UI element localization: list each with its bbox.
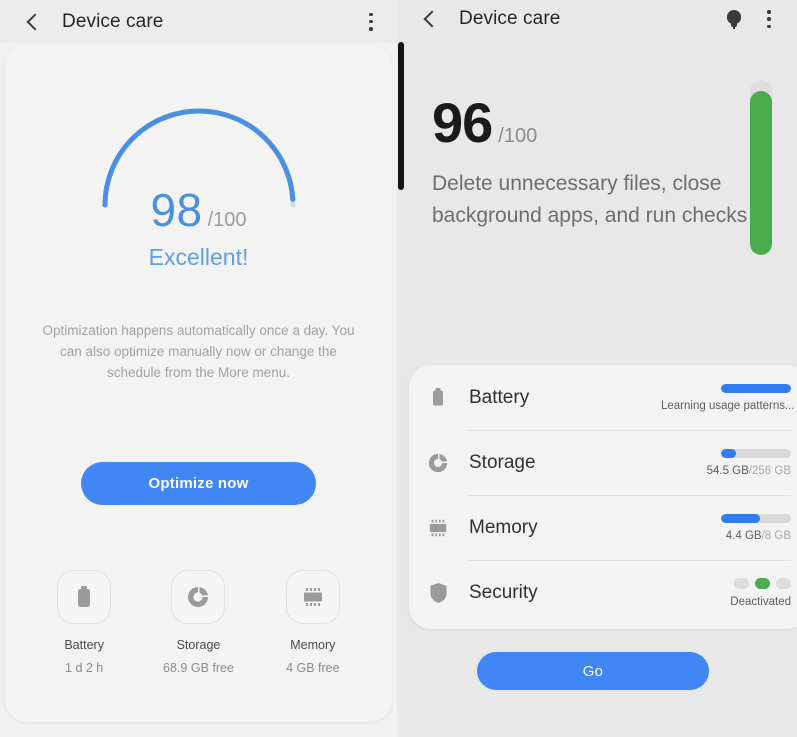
quick-item-label: Memory	[290, 638, 336, 652]
left-screen: Device care 98/100 Excellent! Optimizati…	[0, 0, 397, 737]
overall-status-bar-fill	[750, 90, 772, 255]
meter-track	[721, 383, 791, 393]
screenshot-root: Device care 98/100 Excellent! Optimizati…	[0, 0, 797, 737]
shield-icon	[425, 582, 451, 604]
quick-item-memory[interactable]: Memory 4 GB free	[263, 570, 363, 675]
quick-item-battery[interactable]: Battery 1 d 2 h	[34, 570, 134, 675]
list-item-meter: 54.5 GB/256 GB	[661, 448, 797, 477]
device-score: 96/100	[432, 95, 537, 151]
gauge-score-text: 98/100	[5, 187, 392, 233]
status-total: /8 GB	[761, 529, 791, 542]
storage-pie-icon	[425, 452, 451, 474]
overall-status-bar	[750, 80, 772, 255]
device-score-description: Delete unnecessary files, close backgrou…	[432, 172, 748, 227]
quick-item-label: Storage	[176, 638, 221, 652]
list-item-status: Deactivated	[661, 596, 791, 608]
list-item-storage[interactable]: Storage 54.5 GB/256 GB	[409, 430, 797, 495]
quick-item-label: Battery	[64, 638, 104, 652]
left-content-card: 98/100 Excellent! Optimization happens a…	[5, 45, 392, 722]
security-dot-3	[776, 577, 791, 589]
list-item-meter: 4.4 GB/8 GB	[661, 513, 797, 542]
score-gauge: 98/100 Excellent!	[5, 101, 392, 270]
security-dot-1	[734, 577, 749, 589]
status-used: 4.4 GB	[725, 529, 762, 542]
list-item-label: Storage	[469, 451, 536, 473]
list-item-security[interactable]: Security Deactivated	[409, 560, 797, 625]
list-item-status: 4.4 GB/8 GB	[661, 530, 791, 542]
list-item-meter: Learning usage patterns...	[661, 383, 797, 412]
gauge-score-denominator: /100	[207, 209, 247, 231]
memory-chip-icon	[285, 570, 340, 624]
security-status-dots	[661, 577, 791, 589]
list-item-battery[interactable]: Battery Learning usage patterns...	[409, 365, 797, 430]
meter-fill	[721, 383, 791, 393]
storage-pie-icon	[171, 570, 226, 624]
list-item-label: Battery	[469, 386, 530, 408]
right-app-bar: Device care	[397, 0, 797, 38]
more-options-icon[interactable]	[759, 8, 779, 30]
page-title: Device care	[459, 8, 561, 29]
left-app-bar: Device care	[0, 0, 397, 43]
meter-fill	[721, 513, 760, 523]
quick-item-value: 68.9 GB free	[163, 661, 234, 675]
battery-icon	[57, 570, 112, 624]
list-item-status: 54.5 GB/256 GB	[661, 465, 791, 477]
optimize-now-button[interactable]: Optimize now	[81, 462, 316, 505]
quick-item-storage[interactable]: Storage 68.9 GB free	[148, 570, 248, 675]
gauge-status-label: Excellent!	[148, 244, 249, 270]
status-used: Deactivated	[730, 595, 791, 608]
list-item-meter: Deactivated	[661, 577, 797, 608]
list-item-status: Learning usage patterns...	[661, 400, 795, 412]
memory-chip-icon	[425, 518, 451, 538]
list-item-label: Security	[469, 581, 538, 603]
meter-track	[721, 448, 791, 458]
lightbulb-icon[interactable]	[723, 8, 745, 30]
page-title: Device care	[62, 10, 164, 32]
quick-stats-row: Battery 1 d 2 h Storage 68.9 GB free Mem…	[27, 570, 370, 675]
list-item-label: Memory	[469, 516, 538, 538]
device-score-denominator: /100	[498, 125, 538, 147]
status-used: Learning usage patterns...	[661, 399, 795, 412]
battery-icon	[425, 387, 451, 409]
go-button[interactable]: Go	[477, 652, 709, 690]
status-list-card: Battery Learning usage patterns... Stora…	[409, 365, 797, 629]
status-used: 54.5 GB	[706, 464, 749, 477]
status-total: /256 GB	[748, 464, 791, 477]
right-screen: Device care 96/100 Delete unnecessary fi…	[397, 0, 797, 737]
quick-item-value: 1 d 2 h	[65, 661, 104, 675]
edge-scroll-indicator[interactable]	[398, 42, 404, 190]
back-arrow-icon[interactable]	[22, 11, 44, 33]
quick-item-value: 4 GB free	[286, 661, 340, 675]
security-dot-2	[755, 577, 770, 589]
list-item-memory[interactable]: Memory 4.4 GB/8 GB	[409, 495, 797, 560]
meter-track	[721, 513, 791, 523]
back-arrow-icon[interactable]	[419, 8, 441, 30]
optimization-description: Optimization happens automatically once …	[42, 323, 355, 380]
device-score-value: 96	[432, 91, 493, 154]
more-options-icon[interactable]	[361, 11, 381, 33]
gauge-score-value: 98	[150, 184, 203, 236]
meter-fill	[721, 448, 736, 458]
